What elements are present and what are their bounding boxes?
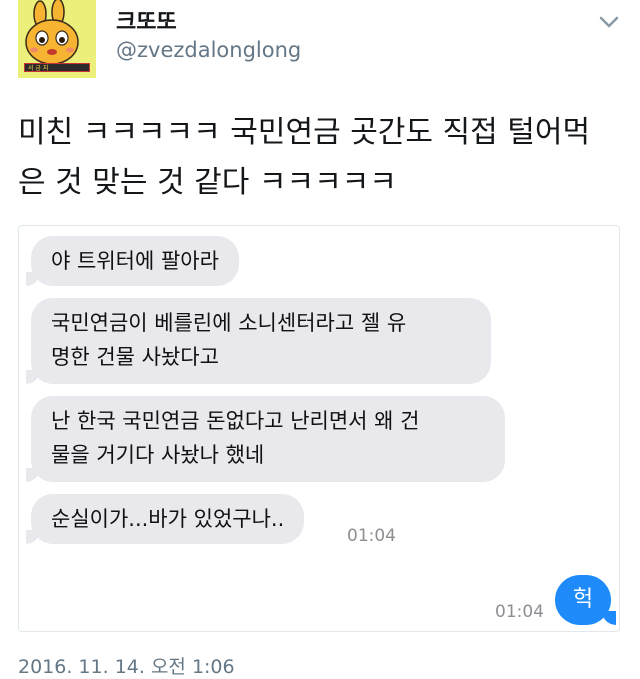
bubble-tail [26,530,40,544]
chat-message-text: 물을 거기다 사놨나 했네 [51,443,265,467]
chat-message-text: 난 한국 국민연금 돈없다고 난리면서 왜 건 [51,409,420,433]
chat-message[interactable]: 난 한국 국민연금 돈없다고 난리면서 왜 건 물을 거기다 사놨나 했네 [26,396,505,482]
avatar[interactable]: 서 금 지 [18,0,96,78]
avatar-badge: 서 금 지 [24,63,90,72]
chat-message[interactable]: 국민연금이 베를린에 소니센터라고 젤 유 명한 건물 사놨다고 [26,298,491,384]
user-handle[interactable]: @zvezdalonglong [116,38,301,62]
tweet-text-line: 미친 ㅋㅋㅋㅋㅋ 국민연금 곳간도 직접 털어먹 [18,115,591,150]
tweet-text: 미친 ㅋㅋㅋㅋㅋ 국민연금 곳간도 직접 털어먹 은 것 맞는 것 같다 ㅋㅋㅋ… [18,108,630,208]
chat-message-text: 국민연금이 베를린에 소니센터라고 젤 유 [51,311,407,335]
bubble-tail [26,468,40,482]
bubble-tail [602,611,616,625]
chat-message[interactable]: 순실이가...바가 있었구나.. [26,494,305,544]
chevron-down-icon[interactable] [596,12,622,32]
tweet-text-line: 은 것 맞는 것 같다 ㅋㅋㅋㅋㅋ [18,165,397,200]
message-time: 01:04 [495,602,544,622]
chat-message[interactable]: 야 트위터에 팔아라 [26,236,239,286]
chat-message-text: 순실이가...바가 있었구나.. [51,507,285,531]
message-time: 01:04 [347,526,396,546]
bubble-tail [26,272,40,286]
chat-message-text: 명한 건물 사놨다고 [51,345,219,369]
tweet-timestamp[interactable]: 2016. 11. 14. 오전 1:06 [18,652,235,679]
tweet-media-image[interactable]: 야 트위터에 팔아라 국민연금이 베를린에 소니센터라고 젤 유 명한 건물 사… [18,225,620,632]
chat-reply-bubble[interactable]: 헉 [555,575,616,625]
display-name[interactable]: 크또또 [116,4,177,36]
chat-reply-text: 헉 [572,587,594,612]
chat-message-text: 야 트위터에 팔아라 [51,249,219,273]
bubble-tail [26,370,40,384]
